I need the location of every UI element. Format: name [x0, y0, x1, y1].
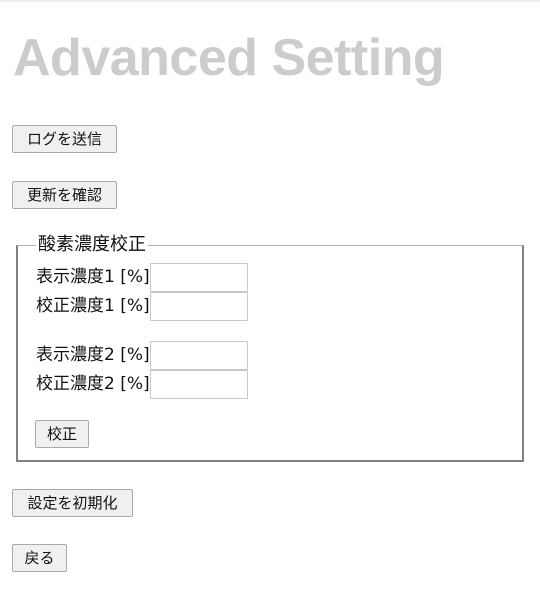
display-concentration-1-row: 表示濃度1 [%] [36, 263, 248, 292]
back-button[interactable]: 戻る [12, 544, 67, 572]
calibration-concentration-1-label: 校正濃度1 [%] [36, 296, 150, 316]
send-log-button[interactable]: ログを送信 [12, 125, 117, 153]
top-border [0, 0, 540, 2]
display-concentration-2-row: 表示濃度2 [%] [36, 341, 248, 370]
display-concentration-1-input[interactable] [149, 263, 248, 292]
fieldset-legend: 酸素濃度校正 [36, 232, 148, 258]
display-concentration-2-label: 表示濃度2 [%] [36, 345, 150, 365]
reset-settings-button[interactable]: 設定を初期化 [12, 489, 133, 517]
check-update-button[interactable]: 更新を確認 [12, 181, 117, 209]
oxygen-calibration-fieldset: 酸素濃度校正 表示濃度1 [%] 校正濃度1 [%] 表示濃度2 [%] 校正濃… [16, 232, 524, 462]
calibration-concentration-1-input[interactable] [149, 292, 248, 321]
calibration-concentration-2-input[interactable] [149, 370, 248, 399]
page-title: Advanced Setting [13, 29, 445, 87]
calibration-concentration-2-row: 校正濃度2 [%] [36, 370, 248, 399]
calibrate-button[interactable]: 校正 [35, 420, 89, 448]
display-concentration-2-input[interactable] [149, 341, 248, 370]
calibration-concentration-1-row: 校正濃度1 [%] [36, 292, 248, 321]
calibration-concentration-2-label: 校正濃度2 [%] [36, 374, 150, 394]
display-concentration-1-label: 表示濃度1 [%] [36, 267, 150, 287]
